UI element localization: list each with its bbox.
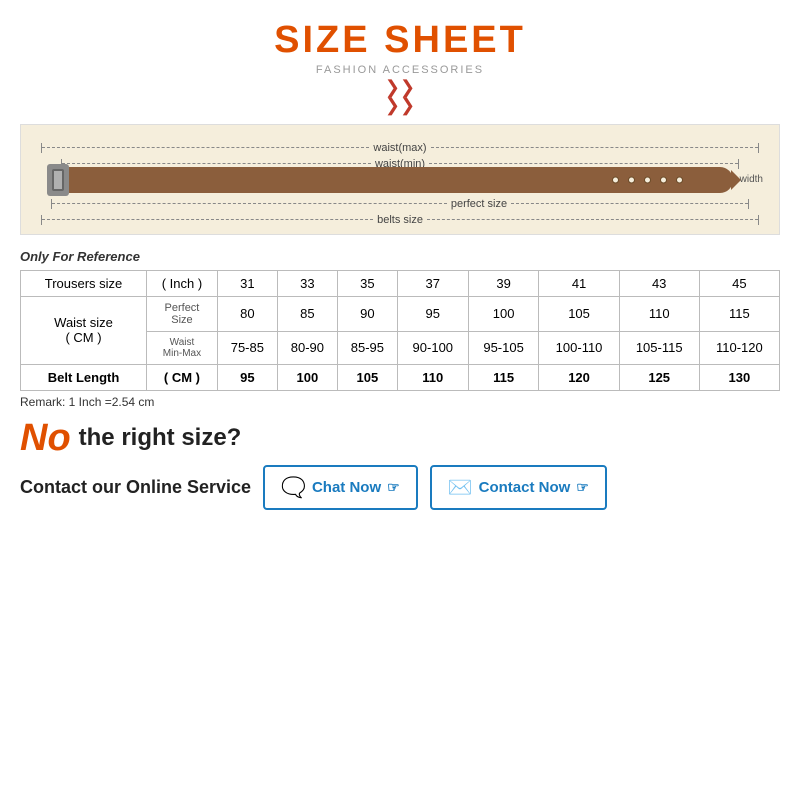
chat-now-label: Chat Now xyxy=(312,479,381,496)
no-label: No xyxy=(20,419,71,457)
hand-icon-2: ☞ xyxy=(576,479,589,496)
perfect-size-label: perfect size xyxy=(447,198,511,210)
bl-100: 100 xyxy=(277,364,337,390)
col-trousers-size: Trousers size xyxy=(21,270,147,296)
page-title: SIZE SHEET xyxy=(20,20,780,62)
table-row: Waist size( CM ) PerfectSize 80 85 90 95… xyxy=(21,296,780,331)
right-size-question: the right size? xyxy=(79,424,242,452)
col-41: 41 xyxy=(539,270,619,296)
cell-110-120: 110-120 xyxy=(699,331,779,364)
bl-110: 110 xyxy=(397,364,468,390)
cell-90-100: 90-100 xyxy=(397,331,468,364)
cell-80: 80 xyxy=(217,296,277,331)
bl-130: 130 xyxy=(699,364,779,390)
header: SIZE SHEET FASHION ACCESSORIES ❯❯❯❯ xyxy=(20,20,780,114)
bl-120: 120 xyxy=(539,364,619,390)
table-row-belt-length: Belt Length ( CM ) 95 100 105 110 115 12… xyxy=(21,364,780,390)
chat-icon: 🗨️ xyxy=(281,475,306,500)
contact-now-button[interactable]: ✉️ Contact Now ☞ xyxy=(430,465,607,510)
bl-125: 125 xyxy=(619,364,699,390)
hand-icon: ☞ xyxy=(387,479,400,496)
page: SIZE SHEET FASHION ACCESSORIES ❯❯❯❯ wais… xyxy=(0,0,800,800)
col-39: 39 xyxy=(468,270,539,296)
bl-105: 105 xyxy=(337,364,397,390)
cell-90: 90 xyxy=(337,296,397,331)
no-size-line: No the right size? xyxy=(20,419,780,457)
col-45: 45 xyxy=(699,270,779,296)
cell-95: 95 xyxy=(397,296,468,331)
reference-text: Only For Reference xyxy=(20,249,780,264)
col-43: 43 xyxy=(619,270,699,296)
belt-diagram-section: waist(max) waist(min) xyxy=(20,124,780,235)
cell-85-95: 85-95 xyxy=(337,331,397,364)
bottom-section: No the right size? Contact our Online Se… xyxy=(20,419,780,510)
header-subtitle: FASHION ACCESSORIES xyxy=(20,64,780,76)
waist-size-label: Waist size( CM ) xyxy=(21,296,147,364)
bl-95: 95 xyxy=(217,364,277,390)
col-31: 31 xyxy=(217,270,277,296)
belts-size-label: belts size xyxy=(373,214,427,226)
belt-length-cm: ( CM ) xyxy=(147,364,218,390)
cell-85: 85 xyxy=(277,296,337,331)
width-label: width xyxy=(740,174,763,185)
cell-115: 115 xyxy=(699,296,779,331)
cell-105-115: 105-115 xyxy=(619,331,699,364)
bl-115: 115 xyxy=(468,364,539,390)
col-37: 37 xyxy=(397,270,468,296)
chevrons-icon: ❯❯❯❯ xyxy=(20,78,780,114)
chat-now-button[interactable]: 🗨️ Chat Now ☞ xyxy=(263,465,418,510)
cell-110: 110 xyxy=(619,296,699,331)
cell-75-85: 75-85 xyxy=(217,331,277,364)
contact-now-label: Contact Now xyxy=(479,479,571,496)
col-inch: ( Inch ) xyxy=(147,270,218,296)
cell-100: 100 xyxy=(468,296,539,331)
waist-min-max-sub: WaistMin-Max xyxy=(147,331,218,364)
contact-line: Contact our Online Service 🗨️ Chat Now ☞… xyxy=(20,465,780,510)
mail-icon: ✉️ xyxy=(448,475,473,500)
cell-100-110: 100-110 xyxy=(539,331,619,364)
cell-80-90: 80-90 xyxy=(277,331,337,364)
col-33: 33 xyxy=(277,270,337,296)
cell-95-105: 95-105 xyxy=(468,331,539,364)
size-table: Trousers size ( Inch ) 31 33 35 37 39 41… xyxy=(20,270,780,391)
waist-max-label: waist(max) xyxy=(369,142,430,154)
perfect-size-sub: PerfectSize xyxy=(147,296,218,331)
remark: Remark: 1 Inch =2.54 cm xyxy=(20,395,780,409)
contact-service-label: Contact our Online Service xyxy=(20,477,251,498)
col-35: 35 xyxy=(337,270,397,296)
cell-105: 105 xyxy=(539,296,619,331)
belt-length-label: Belt Length xyxy=(21,364,147,390)
